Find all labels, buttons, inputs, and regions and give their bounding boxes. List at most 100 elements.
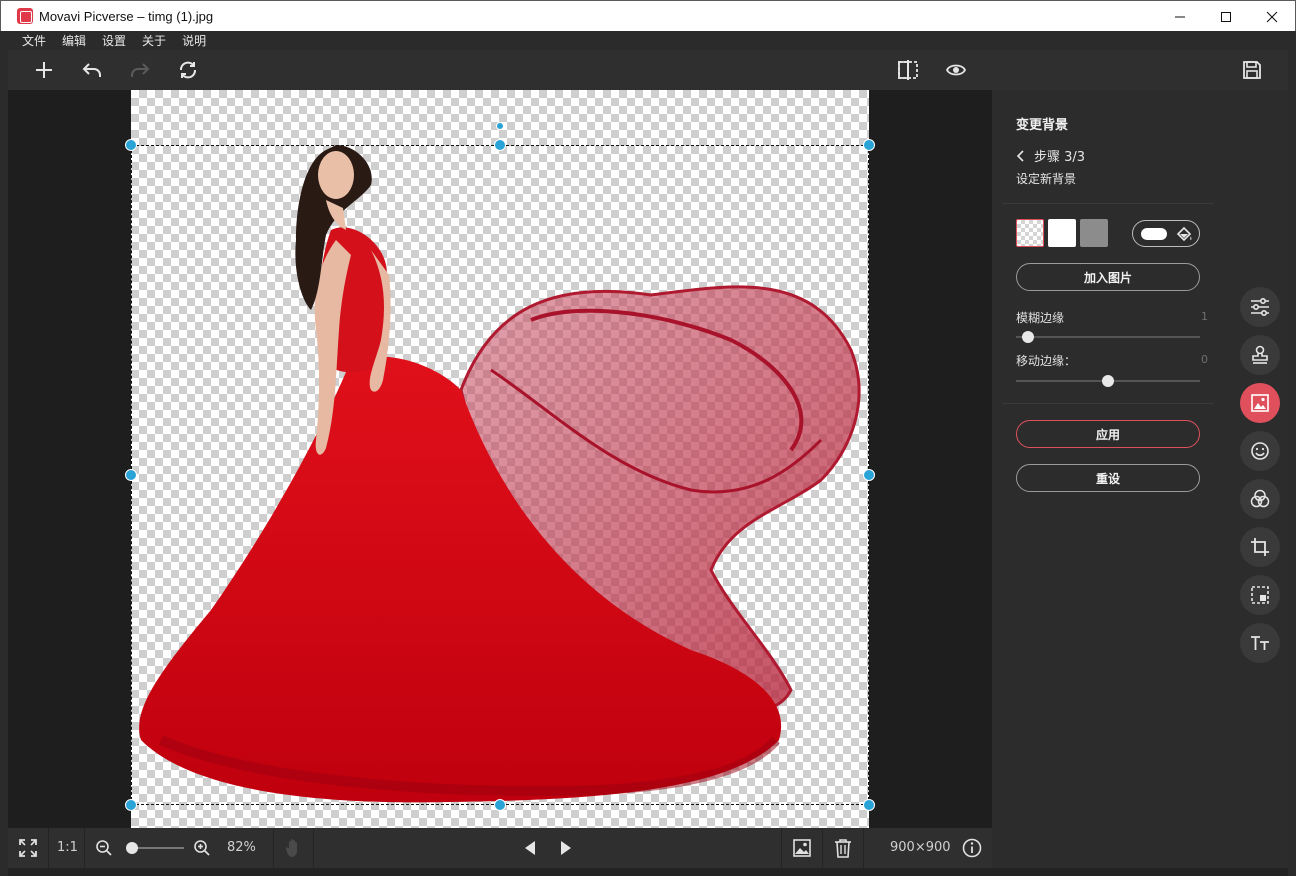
image-canvas[interactable] [125,90,875,828]
close-button[interactable] [1249,1,1295,32]
stamp-icon [1252,345,1268,364]
selection-icon [1251,586,1269,604]
previous-image-button[interactable] [518,836,542,860]
menu-about[interactable]: 关于 [142,32,166,49]
resize-handle-top-left[interactable] [125,139,137,151]
arrow-right-icon [561,841,571,855]
transparent-background-swatch[interactable] [1016,219,1044,247]
redo-icon [131,63,150,77]
reset-rotate-button[interactable] [175,57,201,83]
zoom-in-button[interactable] [190,836,214,860]
add-image-button[interactable]: 加入图片 [1016,263,1200,291]
menu-bar: 文件 编辑 设置 关于 说明 [0,31,1296,50]
crop-icon [1251,538,1269,556]
canvas-area[interactable] [8,90,992,828]
fit-screen-button[interactable] [16,836,40,860]
image-icon [793,839,811,857]
undo-button[interactable] [79,57,105,83]
zoom-slider-track[interactable] [130,847,184,849]
selection-tool-button[interactable] [1240,575,1280,615]
crop-tool-button[interactable] [1240,527,1280,567]
adjust-icon [1251,297,1269,317]
filters-icon [1250,489,1270,508]
zoom-out-icon [96,840,112,856]
tool-column [1224,90,1288,868]
left-gutter [0,50,8,876]
blur-edges-value: 1 [1201,310,1208,323]
preview-button[interactable] [943,57,969,83]
redo-button[interactable] [127,57,153,83]
add-button[interactable] [31,57,57,83]
resize-handle-right[interactable] [863,469,875,481]
minimize-button[interactable] [1157,1,1203,32]
arrow-left-icon [525,841,535,855]
blur-edges-knob[interactable] [1022,331,1034,343]
panel-title: 变更背景 [1016,118,1069,133]
image-dimensions: 900×900 [890,840,951,855]
menu-settings[interactable]: 设置 [102,32,126,49]
window-controls [1157,1,1295,32]
compare-button[interactable] [895,57,921,83]
next-image-button[interactable] [554,836,578,860]
menu-edit[interactable]: 编辑 [62,32,86,49]
resize-handle-top-right[interactable] [863,139,875,151]
filters-tool-button[interactable] [1240,479,1280,519]
hand-icon [285,839,297,857]
retouch-tool-button[interactable] [1240,335,1280,375]
shift-edges-label: 移动边缘： [1016,354,1077,368]
resize-handle-left[interactable] [125,469,137,481]
chevron-left-icon [1016,149,1024,162]
custom-color-preview [1141,227,1167,240]
delete-button[interactable] [831,836,855,860]
resize-handle-bottom-left[interactable] [125,799,137,811]
maximize-button[interactable] [1203,1,1249,32]
app-logo-icon [17,8,33,24]
step-indicator: 步骤 3/3 [1034,150,1086,165]
apply-button[interactable]: 应用 [1016,420,1200,448]
trash-icon [835,839,851,858]
zoom-level: 82% [227,840,256,855]
compare-icon [898,60,918,80]
pan-hand-button[interactable] [282,836,306,860]
custom-color-picker[interactable] [1132,220,1200,247]
adjust-tool-button[interactable] [1240,287,1280,327]
text-tool-button[interactable] [1240,623,1280,663]
undo-icon [82,63,101,77]
menu-file[interactable]: 文件 [22,32,46,49]
menu-help[interactable]: 说明 [182,32,206,49]
background-tool-button[interactable] [1240,383,1280,423]
reset-button[interactable]: 重设 [1016,464,1200,492]
info-icon [962,838,982,858]
blur-edges-slider[interactable] [1016,336,1200,338]
gallery-button[interactable] [790,836,814,860]
rotate-icon [180,61,196,79]
white-background-swatch[interactable] [1048,219,1076,247]
maximize-icon [1221,11,1231,22]
right-gutter [1288,50,1296,876]
save-button[interactable] [1239,57,1265,83]
window-title: Movavi Picverse – timg (1).jpg [39,8,214,24]
rotate-handle[interactable] [496,122,504,130]
blur-edges-label: 模糊边缘 [1016,311,1065,325]
paint-bucket-icon [1176,226,1192,241]
zoom-out-button[interactable] [92,836,116,860]
bottom-bar: 1:1 82% 900×900 [8,828,992,868]
actual-size-button[interactable]: 1:1 [57,840,78,855]
zoom-slider-knob[interactable] [126,842,138,854]
background-icon [1251,394,1269,412]
resize-handle-top[interactable] [494,139,506,151]
shift-edges-knob[interactable] [1102,375,1114,387]
resize-handle-bottom-right[interactable] [863,799,875,811]
step-back-button[interactable]: 步骤 3/3 [1016,146,1085,165]
gray-background-swatch[interactable] [1080,219,1108,247]
main-toolbar [8,50,1288,90]
info-button[interactable] [960,836,984,860]
panel-subtitle: 设定新背景 [1016,172,1077,186]
resize-handle-bottom[interactable] [494,799,506,811]
close-icon [1266,11,1278,22]
minimize-icon [1175,16,1185,17]
zoom-in-icon [194,840,210,856]
crop-selection-box[interactable] [131,145,869,805]
stickers-tool-button[interactable] [1240,431,1280,471]
title-bar: Movavi Picverse – timg (1).jpg [0,0,1296,31]
